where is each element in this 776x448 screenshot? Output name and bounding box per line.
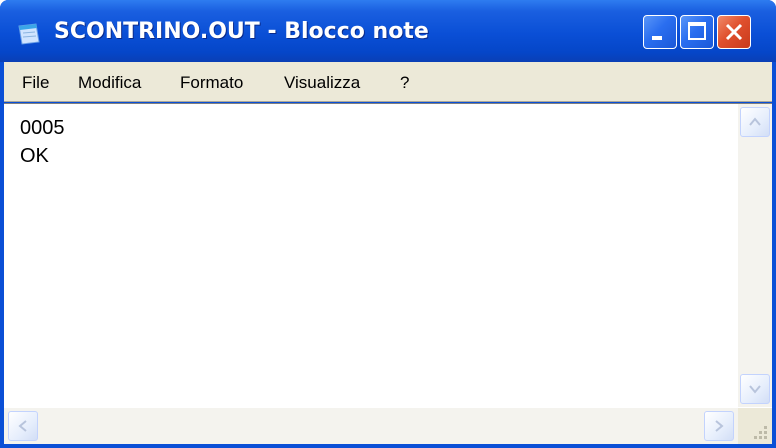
resize-grip[interactable] xyxy=(738,408,772,444)
maximize-icon xyxy=(688,22,706,40)
chevron-right-icon xyxy=(715,420,724,432)
chevron-left-icon xyxy=(18,420,27,432)
notepad-app-icon xyxy=(18,23,40,45)
horizontal-scrollbar[interactable] xyxy=(4,407,738,444)
chevron-down-icon xyxy=(749,385,761,394)
vertical-scrollbar[interactable] xyxy=(737,104,772,407)
scroll-up-button[interactable] xyxy=(740,107,770,137)
minimize-icon xyxy=(652,36,662,40)
text-editor[interactable]: 0005 OK xyxy=(4,103,772,444)
chevron-up-icon xyxy=(749,117,761,126)
window-title: SCONTRINO.OUT - Blocco note xyxy=(54,19,429,44)
resize-grip-icon xyxy=(754,426,767,439)
window-frame-right xyxy=(772,62,776,448)
menu-help[interactable]: ? xyxy=(400,73,409,93)
text-line: 0005 xyxy=(20,117,65,139)
window-frame-bottom xyxy=(0,444,776,448)
scroll-right-button[interactable] xyxy=(704,411,734,441)
notepad-window: SCONTRINO.OUT - Blocco note File Modific… xyxy=(0,0,776,448)
menu-formato[interactable]: Formato xyxy=(180,73,243,93)
scroll-down-button[interactable] xyxy=(740,374,770,404)
menu-bar: File Modifica Formato Visualizza ? xyxy=(4,62,772,102)
menu-visualizza[interactable]: Visualizza xyxy=(284,73,360,93)
text-line: OK xyxy=(20,145,49,167)
menu-modifica[interactable]: Modifica xyxy=(78,73,141,93)
menu-file[interactable]: File xyxy=(22,73,49,93)
close-icon xyxy=(725,23,743,41)
maximize-button[interactable] xyxy=(680,15,714,49)
scroll-left-button[interactable] xyxy=(8,411,38,441)
minimize-button[interactable] xyxy=(643,15,677,49)
close-button[interactable] xyxy=(717,15,751,49)
title-bar[interactable]: SCONTRINO.OUT - Blocco note xyxy=(0,0,776,62)
document-text[interactable]: 0005 OK xyxy=(20,114,65,170)
